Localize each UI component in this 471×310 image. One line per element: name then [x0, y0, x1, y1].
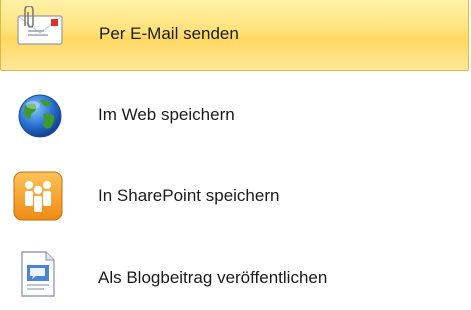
menu-item-save-to-sharepoint[interactable]: In SharePoint speichern [0, 158, 469, 230]
share-menu: Per E-Mail senden Im Web speichern In Sh… [0, 0, 471, 306]
menu-item-label: Per E-Mail senden [99, 24, 239, 43]
menu-item-label: In SharePoint speichern [98, 186, 280, 205]
sharepoint-icon [12, 170, 64, 227]
menu-item-save-to-web[interactable]: Im Web speichern [0, 80, 469, 152]
menu-item-label: Als Blogbeitrag veröffentlichen [98, 268, 328, 287]
email-envelope-icon [15, 5, 67, 53]
menu-item-publish-blog[interactable]: Als Blogbeitrag veröffentlichen [0, 238, 469, 310]
menu-item-label: Im Web speichern [98, 105, 235, 124]
globe-icon [16, 92, 64, 145]
blog-post-icon [18, 250, 58, 303]
menu-item-send-email[interactable]: Per E-Mail senden [0, 0, 469, 71]
